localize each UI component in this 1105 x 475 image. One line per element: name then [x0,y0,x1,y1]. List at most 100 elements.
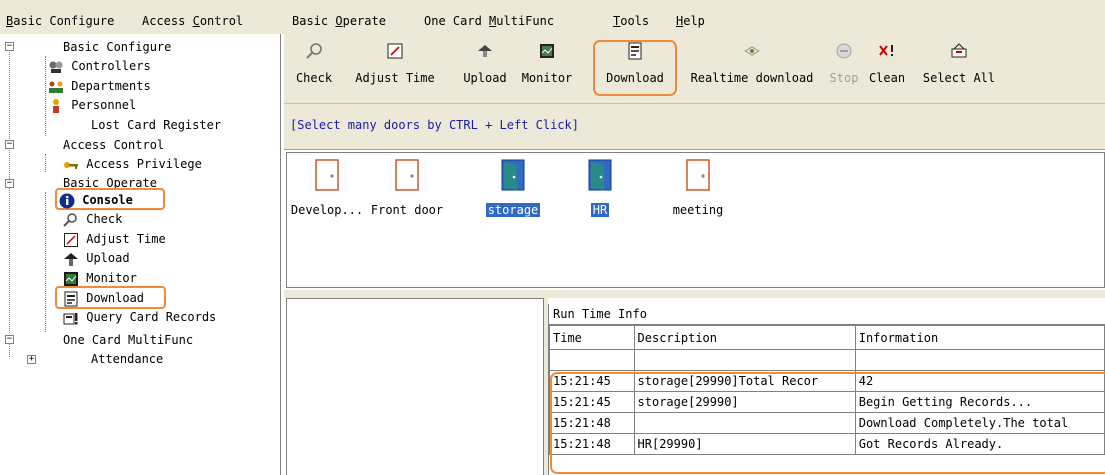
door-icon [315,159,339,191]
tree-attendance[interactable]: Attendance [91,349,163,369]
tree-query-card[interactable]: Query Card Records [63,307,216,327]
monitor-button-label: Monitor [521,71,573,85]
tree-upload[interactable]: Upload [63,248,130,268]
expand-icon[interactable]: + [27,355,36,364]
stop-button[interactable]: Stop [826,34,862,104]
tree-adjust-time-label: Adjust Time [86,232,166,246]
tree-one-card[interactable]: One Card MultiFunc [63,330,193,350]
highlight-log-rows [550,372,1105,474]
collapse-icon[interactable]: − [5,42,14,51]
realtime-download-button-label: Realtime download [690,71,814,85]
menu-bar: Basic Configure Access Control Basic Ope… [0,0,1105,34]
adjust-time-button-label: Adjust Time [355,71,435,85]
column-header-information[interactable]: Information [854,325,1105,350]
door-label: meeting [658,203,738,218]
monitor-button[interactable]: Monitor [516,34,578,104]
door-label: Develop... [287,203,367,218]
tree-adjust-time[interactable]: Adjust Time [63,229,166,249]
adjust-time-icon [387,43,403,59]
door-label-text: HR [590,203,610,217]
menu-help[interactable]: Help [676,14,705,28]
menu-basic-operate[interactable]: Basic Operate [292,14,386,28]
key-icon [63,157,79,173]
door-item-selected[interactable]: storage [473,153,553,253]
door-label-text: meeting [672,203,724,217]
upload-icon [478,45,492,57]
door-icon [686,159,710,191]
tree-personnel[interactable]: Personnel [48,95,136,115]
download-button-label: Download [606,71,664,85]
menu-one-card[interactable]: One Card MultiFunc [424,14,554,28]
door-item[interactable]: Develop... [287,153,367,253]
select-all-button[interactable]: Select All [914,34,1004,104]
monitor-icon [540,44,554,58]
door-item[interactable]: meeting [658,153,738,253]
doors-panel: Develop... Front door storage HR meeting [286,152,1105,288]
upload-button[interactable]: Upload [456,34,514,104]
collapse-icon[interactable]: − [5,335,14,344]
download-button[interactable]: Download [596,34,674,104]
hint-text: [Select many doors by CTRL + Left Click] [290,118,579,132]
tree-check[interactable]: Check [63,209,122,229]
tree-controllers-label: Controllers [71,59,151,73]
adjust-time-button[interactable]: Adjust Time [341,34,449,104]
toolbar: Check Adjust Time Upload Monitor Downloa… [284,34,1105,104]
clean-button[interactable]: Clean [865,34,909,104]
clean-icon [879,45,893,56]
door-label: storage [473,203,553,218]
tree-upload-label: Upload [86,251,130,265]
select-all-button-label: Select All [922,71,996,85]
tree-line [45,154,46,172]
departments-icon [48,79,64,95]
tree-access-control[interactable]: Access Control [63,135,164,155]
tree-access-privilege-label: Access Privilege [86,157,202,171]
stop-button-label: Stop [829,71,859,85]
tree-access-privilege[interactable]: Access Privilege [63,154,202,174]
navigation-tree: − Basic Configure Controllers Department… [0,34,281,475]
tree-monitor[interactable]: Monitor [63,268,137,288]
tree-departments-label: Departments [71,79,151,93]
collapse-icon[interactable]: − [5,179,14,188]
collapse-icon[interactable]: − [5,140,14,149]
realtime-download-icon [743,46,761,56]
controllers-icon [48,59,64,75]
door-label-text: Develop... [290,203,364,217]
tree-lost-card[interactable]: Lost Card Register [91,115,221,135]
tree-personnel-label: Personnel [71,98,137,112]
realtime-download-button[interactable]: Realtime download [679,34,825,104]
tree-console[interactable]: Console [59,190,133,210]
menu-tools[interactable]: Tools [613,14,649,28]
door-item[interactable]: Front door [367,153,447,253]
door-open-icon [501,159,525,191]
menu-basic-configure[interactable]: Basic Configure [6,14,114,28]
hint-bar: [Select many doors by CTRL + Left Click] [284,104,1105,150]
magnifier-icon [306,43,322,59]
menu-access-control[interactable]: Access Control [142,14,243,28]
runtime-caption: Run Time Info [549,304,1105,325]
magnifier-icon [63,212,79,228]
tree-download[interactable]: Download [63,288,144,308]
check-button[interactable]: Check [290,34,338,104]
download-icon [628,42,642,60]
horizontal-splitter[interactable] [284,290,1105,298]
tree-query-card-label: Query Card Records [86,310,217,324]
tree-console-label: Console [82,193,133,207]
check-button-label: Check [295,71,333,85]
door-open-icon [588,159,612,191]
tree-departments[interactable]: Departments [48,76,151,96]
tree-controllers[interactable]: Controllers [48,56,151,76]
runtime-info-panel: Run Time Info Time Description Informati… [548,304,1105,475]
table-row[interactable] [549,349,1105,371]
tree-basic-configure[interactable]: Basic Configure [63,37,171,57]
column-header-time[interactable]: Time [549,325,635,350]
table-header-row: Time Description Information [549,325,1105,350]
column-header-description[interactable]: Description [633,325,856,350]
tree-monitor-label: Monitor [86,271,137,285]
info-icon [59,193,75,209]
cell-time [549,349,635,371]
door-item-selected[interactable]: HR [560,153,640,253]
person-icon [48,98,64,114]
left-info-pane [286,298,544,475]
door-label-text: storage [485,203,541,217]
tree-line [45,56,46,136]
